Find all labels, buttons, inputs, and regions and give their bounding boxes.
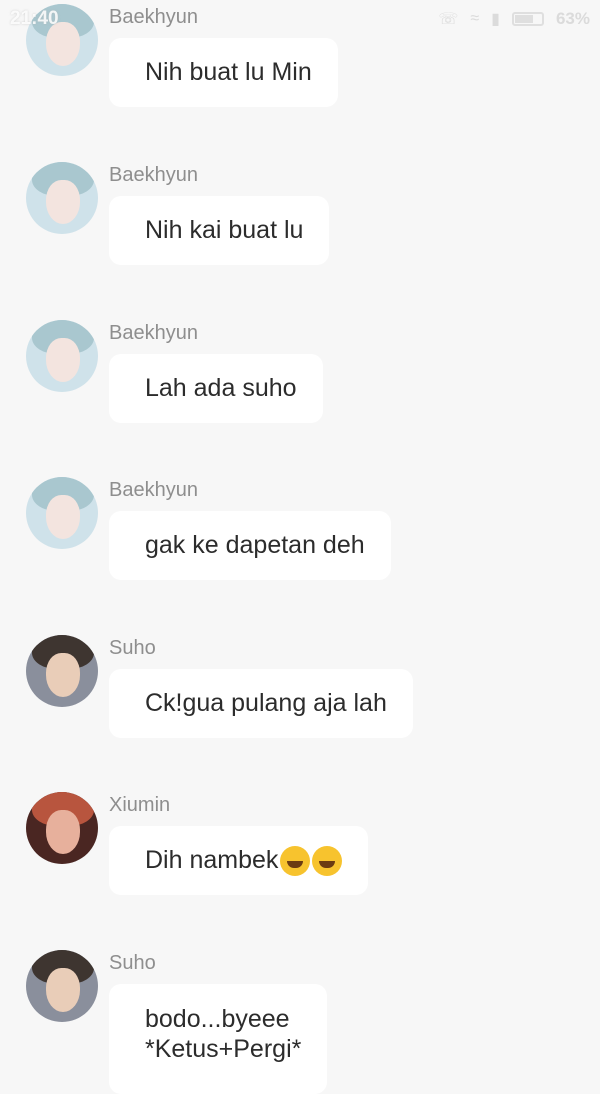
avatar-baekhyun[interactable] (26, 4, 98, 76)
message-text-line: bodo...byeee (145, 1005, 290, 1033)
avatar-baekhyun[interactable] (26, 477, 98, 549)
message-text-line: *Ketus+Pergi* (145, 1035, 302, 1063)
sender-name: Baekhyun (109, 479, 198, 501)
avatar-suho[interactable] (26, 950, 98, 1022)
chat-message: Suho bodo...byeee *Ketus+Pergi* (0, 946, 600, 1094)
message-bubble[interactable]: bodo...byeee *Ketus+Pergi* (109, 984, 328, 1094)
avatar-xiumin[interactable] (26, 792, 98, 864)
sender-name: Suho (109, 637, 156, 659)
avatar-baekhyun[interactable] (26, 320, 98, 392)
sender-name: Suho (109, 952, 156, 974)
sender-name: Baekhyun (109, 164, 198, 186)
chat-message: Baekhyun Nih kai buat lu (0, 158, 600, 298)
message-bubble[interactable]: Ck!gua pulang aja lah (109, 669, 413, 738)
message-bubble[interactable]: Nih kai buat lu (109, 196, 330, 265)
message-bubble[interactable]: Nih buat lu Min (109, 38, 338, 107)
sender-name: Baekhyun (109, 6, 198, 28)
avatar-suho[interactable] (26, 635, 98, 707)
rolling-on-floor-laughing-emoji-icon (312, 846, 343, 877)
chat-message: Baekhyun Lah ada suho (0, 316, 600, 456)
chat-message: Baekhyun gak ke dapetan deh (0, 473, 600, 613)
chat-message: Baekhyun Nih buat lu Min (0, 0, 600, 140)
sender-name: Baekhyun (109, 322, 198, 344)
message-text: Dih nambek (145, 846, 279, 874)
message-bubble[interactable]: Dih nambek (109, 826, 369, 895)
message-bubble[interactable]: Lah ada suho (109, 354, 323, 423)
chat-message: Xiumin Dih nambek (0, 788, 600, 928)
chat-message: Suho Ck!gua pulang aja lah (0, 631, 600, 771)
avatar-baekhyun[interactable] (26, 162, 98, 234)
laughing-emoji-icon (280, 846, 311, 877)
message-bubble[interactable]: gak ke dapetan deh (109, 511, 391, 580)
sender-name: Xiumin (109, 794, 171, 816)
